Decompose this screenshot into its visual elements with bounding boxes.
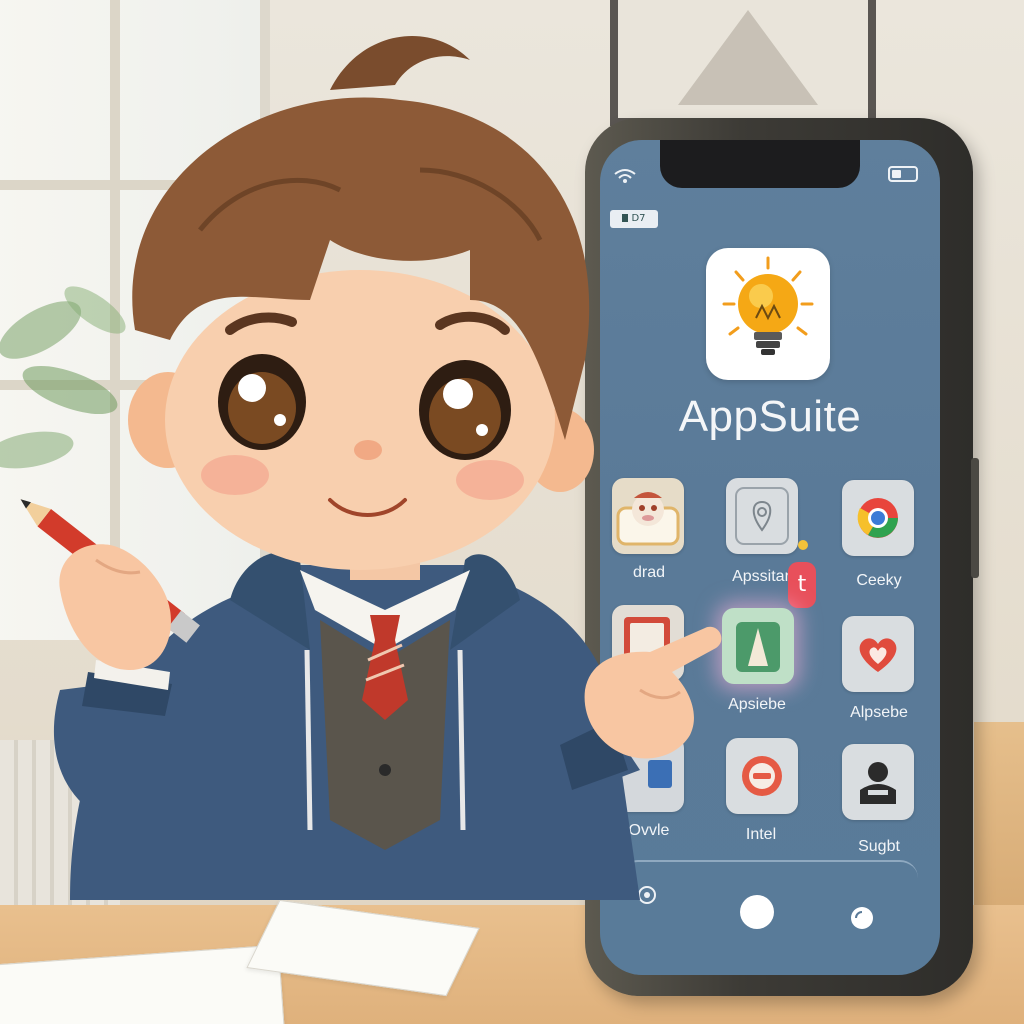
phone-notch — [660, 140, 860, 188]
illustration-scene: D7 AppSuite drad Apssitar t Ceeky Apsieb… — [0, 0, 1024, 1024]
camera-icon[interactable] — [636, 884, 658, 906]
mascot-icon — [616, 492, 680, 546]
status-badge: D7 — [610, 210, 658, 228]
person-icon — [860, 762, 896, 804]
app-icon-intel[interactable] — [726, 738, 798, 814]
home-button[interactable] — [740, 895, 774, 929]
app-icon-ceeky[interactable] — [842, 480, 914, 556]
wall-picture-frame — [610, 0, 876, 126]
app-icon-apsiebe[interactable] — [722, 608, 794, 684]
minus-circle-icon — [742, 756, 782, 796]
location-pin-icon — [735, 487, 789, 545]
battery-icon — [888, 166, 918, 182]
notification-dot — [798, 540, 808, 550]
app-label: Ceeky — [856, 572, 902, 589]
app-label: Apsiebe — [728, 696, 786, 713]
lightbulb-icon — [722, 256, 814, 355]
phone-screen: D7 AppSuite drad Apssitar t Ceeky Apsieb… — [600, 140, 940, 975]
notification-badge[interactable]: t — [788, 562, 816, 608]
navigation-icon — [736, 622, 780, 672]
app-icon-drad[interactable] — [612, 478, 684, 554]
side-table — [974, 722, 1024, 922]
app-label: Sugbt — [858, 838, 900, 855]
assistant-icon[interactable] — [848, 904, 876, 932]
app-title: AppSuite — [678, 392, 862, 441]
app-label: Intel — [745, 826, 777, 843]
app-icon-sugbt[interactable] — [842, 744, 914, 820]
app-icon-alpsebe[interactable] — [842, 616, 914, 692]
notification-badge-text: t — [797, 572, 807, 597]
status-badge-text: D7 — [631, 213, 646, 224]
phone-side-button[interactable] — [971, 458, 979, 578]
app-label: drad — [632, 564, 666, 581]
app-label: Alpsebe — [850, 704, 908, 721]
app-icon-apssitar[interactable] — [726, 478, 798, 554]
wifi-icon — [614, 169, 636, 183]
browser-icon — [857, 498, 898, 538]
appsuite-logo-icon[interactable] — [706, 248, 830, 380]
heart-icon — [859, 638, 897, 672]
